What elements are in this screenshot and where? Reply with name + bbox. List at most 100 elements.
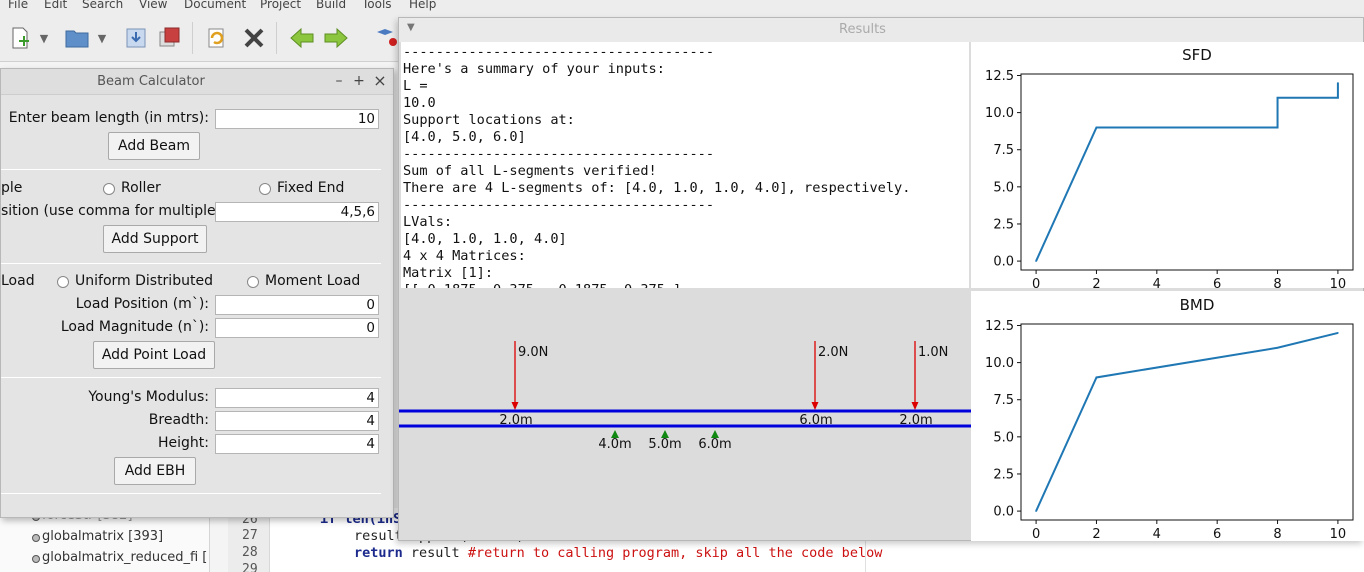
x-tick-label: 0 <box>1032 527 1040 541</box>
summary-line: Here's a summary of your inputs: <box>403 61 665 77</box>
menu-build[interactable]: Build <box>316 0 346 11</box>
data-point <box>1276 96 1279 99</box>
y-tick-label: 0.0 <box>993 255 1014 270</box>
summary-line: Sum of all L-segments verified! <box>403 163 657 179</box>
support-type-simple-label: ple <box>1 180 23 196</box>
menu-view[interactable]: View <box>139 0 167 11</box>
height-label: Height: <box>158 435 209 451</box>
data-point <box>1095 126 1098 129</box>
save-icon[interactable] <box>122 24 150 52</box>
menu-document[interactable]: Document <box>184 0 246 11</box>
summary-line: [[ 0.1875 0.375 -0.1875 0.375 ] <box>403 282 681 288</box>
symbol-item[interactable]: globalmatrix_reduced_fi [ <box>31 550 207 565</box>
y-tick-label: 0.0 <box>993 505 1014 520</box>
beam-diagram-canvas: 9.0N 2.0m 2.0N 6.0m 1.0N 2.0m 4.0m 5.0m 6.0m <box>399 291 971 539</box>
load-position-label: 6.0m <box>799 413 832 428</box>
add-beam-button[interactable]: Add Beam <box>108 132 200 160</box>
window-title: Beam Calculator <box>97 74 205 89</box>
line-number: 28 <box>242 545 258 560</box>
load-magnitude-input[interactable] <box>215 318 379 338</box>
bmd-chart: BMD 0.0 2.5 5.0 7.5 10.0 12.5 0 2 4 6 8 10 <box>985 296 1354 542</box>
window-menu-icon[interactable]: ▼ <box>407 22 415 33</box>
load-position-label: Load Position (m`): <box>75 296 209 312</box>
add-support-button[interactable]: Add Support <box>103 225 207 253</box>
results-titlebar[interactable]: ▼ Results <box>399 18 1363 42</box>
add-point-load-button[interactable]: Add Point Load <box>93 341 215 369</box>
load-arrow-head <box>811 402 819 410</box>
height-input[interactable] <box>215 434 379 454</box>
summary-line: -------------------------------------- <box>403 44 714 60</box>
new-file-icon[interactable] <box>6 24 34 52</box>
menu-search[interactable]: Search <box>82 0 123 11</box>
radio-fixed-end[interactable] <box>259 183 271 195</box>
chevron-down-icon[interactable]: ▼ <box>36 24 52 52</box>
code-comment: #return to calling program, skip all the… <box>467 545 883 561</box>
radio-roller[interactable] <box>103 183 115 195</box>
x-tick-label: 10 <box>1330 527 1347 541</box>
summary-line: [4.0, 5.0, 6.0] <box>403 129 526 145</box>
summary-line: 10.0 <box>403 95 436 111</box>
open-folder-icon[interactable] <box>64 24 92 52</box>
arrow-back-icon[interactable] <box>288 24 316 52</box>
maximize-icon[interactable]: + <box>351 72 367 90</box>
menu-edit[interactable]: Edit <box>44 0 67 11</box>
x-tick-label: 8 <box>1273 527 1281 541</box>
menu-file[interactable]: File <box>8 0 28 11</box>
data-point <box>1337 332 1339 334</box>
results-window: ▼ Results ------------------------------… <box>398 17 1364 542</box>
y-tick-label: 7.5 <box>993 393 1014 408</box>
separator <box>1 377 381 378</box>
data-point <box>1035 510 1037 512</box>
menu-tools[interactable]: Tools <box>362 0 392 11</box>
summary-line: L = <box>403 78 428 94</box>
beam-length-label: Enter beam length (in mtrs): <box>8 110 209 126</box>
y-tick-label: 10.0 <box>985 106 1014 121</box>
breadth-input[interactable] <box>215 411 379 431</box>
chart-title: SFD <box>1182 46 1212 64</box>
beam-calculator-window: Beam Calculator – + × Enter beam length … <box>0 68 394 518</box>
load-type-uniform-label: Uniform Distributed <box>75 273 213 289</box>
summary-line: -------------------------------------- <box>403 197 714 213</box>
window-title: Results <box>839 22 886 37</box>
menu-project[interactable]: Project <box>260 0 301 11</box>
menu-help[interactable]: Help <box>409 0 436 11</box>
close-icon[interactable]: × <box>372 72 388 90</box>
beam-length-input[interactable] <box>215 109 379 129</box>
close-file-icon[interactable] <box>240 24 268 52</box>
add-ebh-button[interactable]: Add EBH <box>114 457 196 485</box>
y-tick-label: 7.5 <box>993 143 1014 158</box>
youngs-modulus-label: Young's Modulus: <box>88 389 209 405</box>
load-type-point-label: Load <box>1 273 35 289</box>
arrow-forward-icon[interactable] <box>322 24 350 52</box>
summary-line: Support locations at: <box>403 112 575 128</box>
summary-line: There are 4 L-segments of: [4.0, 1.0, 1.… <box>403 180 911 196</box>
symbol-item[interactable]: globalmatrix [393] <box>31 529 163 544</box>
x-tick-label: 6 <box>1213 277 1221 288</box>
revert-icon[interactable] <box>202 24 230 52</box>
separator <box>1 263 381 264</box>
save-all-icon[interactable] <box>156 24 184 52</box>
x-tick-label: 8 <box>1273 277 1281 288</box>
load-magnitude-label: 2.0N <box>818 345 848 360</box>
radio-moment-load[interactable] <box>247 276 259 288</box>
data-point <box>1276 126 1279 129</box>
load-position-input[interactable] <box>215 295 379 315</box>
series-line <box>1035 331 1339 512</box>
data-point <box>1276 346 1279 349</box>
summary-text-output[interactable]: -------------------------------------- He… <box>401 42 969 288</box>
load-type-moment-label: Moment Load <box>265 273 361 289</box>
code-line-28: return result #return to calling program… <box>354 545 882 561</box>
beam-calculator-titlebar[interactable]: Beam Calculator – + × <box>1 69 393 95</box>
radio-uniform-distributed[interactable] <box>57 276 69 288</box>
youngs-modulus-input[interactable] <box>215 388 379 408</box>
support-label: 6.0m <box>698 437 731 452</box>
support-position-input[interactable] <box>215 202 379 222</box>
line-number: 27 <box>242 528 258 543</box>
minimize-icon[interactable]: – <box>331 72 347 90</box>
y-tick-label: 5.0 <box>993 430 1014 445</box>
compile-icon[interactable] <box>372 24 400 52</box>
support-label: 4.0m <box>598 437 631 452</box>
chevron-down-icon[interactable]: ▼ <box>94 24 110 52</box>
data-point <box>1035 260 1037 262</box>
summary-line: Matrix [1]: <box>403 265 494 281</box>
